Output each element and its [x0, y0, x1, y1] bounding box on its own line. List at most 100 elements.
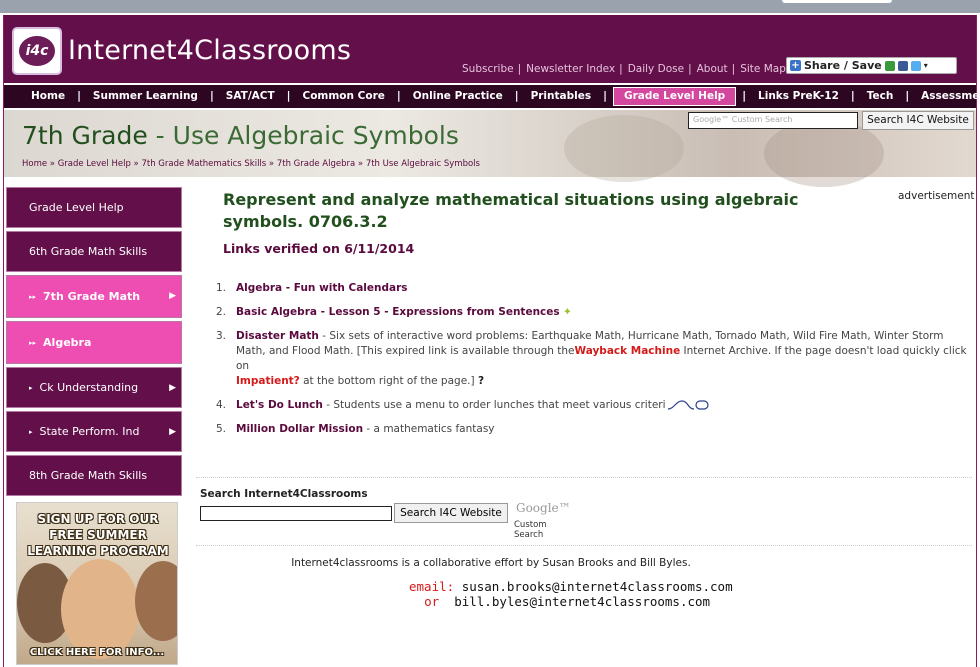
browser-top-strip: [0, 0, 980, 13]
breadcrumb-7th-algebra[interactable]: 7th Grade Algebra: [277, 159, 355, 169]
list-number: 3.: [216, 330, 227, 342]
sidebar-item-grade-level-help[interactable]: Grade Level Help: [6, 187, 182, 228]
banner-photo: [764, 120, 884, 187]
chevron-right-icon: ▶: [169, 291, 176, 301]
list-number: 5.: [216, 423, 227, 435]
sidebar-item-6th-grade-math[interactable]: 6th Grade Math Skills: [6, 231, 182, 272]
or-label: or: [424, 594, 440, 609]
sidebar-item-label: Grade Level Help: [29, 201, 124, 214]
divider: |: [619, 63, 623, 75]
site-logo[interactable]: i4c: [12, 27, 62, 75]
daily-dose-link[interactable]: Daily Dose: [628, 63, 684, 75]
divider: |: [209, 90, 214, 103]
site-title[interactable]: Internet4Classrooms: [68, 37, 351, 64]
resource-link[interactable]: Let's Do Lunch: [236, 399, 323, 411]
nav-sat-act[interactable]: SAT/ACT: [220, 87, 281, 106]
sidebar-item-algebra[interactable]: ▸▸ Algebra: [6, 321, 182, 364]
question-icon: ?: [477, 375, 485, 387]
header-search-button[interactable]: Search I4C Website: [862, 111, 974, 130]
main-nav: Home | Summer Learning | SAT/ACT | Common C…: [4, 85, 980, 108]
list-number: 4.: [216, 399, 227, 411]
resource-link[interactable]: Algebra - Fun with Calendars: [236, 282, 408, 294]
sidebar-item-7th-grade-math[interactable]: ▸▸ 7th Grade Math ▶: [6, 275, 182, 318]
breadcrumb: Home » Grade Level Help » 7th Grade Math…: [22, 159, 480, 169]
nav-common-core[interactable]: Common Core: [297, 87, 391, 106]
divider: |: [850, 90, 855, 103]
nav-online-practice[interactable]: Online Practice: [407, 87, 509, 106]
nav-grade-level-help[interactable]: Grade Level Help: [612, 87, 737, 106]
email-share-icon: [884, 60, 895, 71]
breadcrumb-grade-level-help[interactable]: Grade Level Help: [58, 159, 131, 169]
list-item: 1. Algebra - Fun with Calendars: [216, 281, 968, 296]
about-link[interactable]: About: [697, 63, 728, 75]
sidebar-item-ck-understanding[interactable]: ▸ Ck Understanding ▶: [6, 367, 182, 408]
search-input[interactable]: [200, 506, 392, 521]
sidebar-item-label: Ck Understanding: [39, 381, 139, 394]
ad-headline: SIGN UP FOR OUR FREE SUMMER LEARNING PRO…: [27, 512, 169, 558]
site-header: i4c Internet4Classrooms Subscribe | Newsl…: [4, 15, 976, 83]
wayback-machine-link[interactable]: Wayback Machine: [574, 345, 680, 357]
resource-list: 1. Algebra - Fun with Calendars 2. Basic A…: [216, 281, 968, 446]
list-item: 2. Basic Algebra - Lesson 5 - Expressions…: [216, 305, 968, 320]
standard-heading: Represent and analyze mathematical situa…: [223, 190, 799, 231]
nav-tech[interactable]: Tech: [861, 87, 900, 106]
sidebar-item-8th-grade-math[interactable]: 8th Grade Math Skills: [6, 455, 182, 496]
resource-link[interactable]: Million Dollar Mission: [236, 423, 363, 435]
nav-links-prek12[interactable]: Links PreK-12: [752, 87, 845, 106]
header-search-input[interactable]: Google™ Custom Search: [688, 112, 858, 129]
collaboration-note: Internet4classrooms is a collaborative e…: [291, 557, 691, 569]
breadcrumb-home[interactable]: Home: [22, 159, 47, 169]
ad-photo-child: [61, 559, 139, 659]
ad-photo-child: [135, 561, 177, 641]
divider: |: [742, 90, 747, 103]
search-button[interactable]: Search I4C Website: [394, 503, 508, 523]
site-map-link[interactable]: Site Map: [740, 63, 786, 75]
sidebar-item-label: Algebra: [43, 336, 92, 349]
double-arrow-icon: ▸▸: [29, 292, 37, 301]
plus-icon: +: [790, 60, 801, 71]
site-search: Search Internet4Classrooms Search I4C We…: [200, 489, 571, 540]
sidebar-item-label: 8th Grade Math Skills: [29, 469, 148, 482]
arrow-icon: ▸: [29, 427, 33, 436]
list-number: 2.: [216, 306, 227, 318]
email-link-bill[interactable]: bill.byles@internet4classrooms.com: [454, 594, 710, 609]
custom-search-label: Custom Search: [514, 520, 547, 540]
nav-home[interactable]: Home: [25, 87, 71, 106]
resource-link[interactable]: Basic Algebra - Lesson 5 - Expressions f…: [236, 306, 560, 318]
newsletter-index-link[interactable]: Newsletter Index: [526, 63, 615, 75]
divider: |: [77, 90, 81, 103]
banner-photo: [564, 115, 684, 182]
facebook-icon: [897, 60, 908, 71]
email-link-susan[interactable]: susan.brooks@internet4classrooms.com: [462, 579, 733, 594]
breadcrumb-7th-math-skills[interactable]: 7th Grade Mathematics Skills: [141, 159, 266, 169]
resource-description: - Students use a menu to order lunches t…: [322, 399, 666, 411]
nav-printables[interactable]: Printables: [525, 87, 598, 106]
divider: |: [286, 90, 291, 103]
sidebar: Grade Level Help 6th Grade Math Skills ▸…: [6, 187, 182, 499]
contact-emails: email: susan.brooks@internet4classrooms.…: [409, 579, 733, 609]
ad-cta[interactable]: CLICK HERE FOR INFO...: [21, 648, 173, 658]
resource-description: - a mathematics fantasy: [363, 423, 495, 435]
divider: [196, 477, 972, 478]
page-title-topic: - Use Algebraic Symbols: [147, 121, 459, 150]
list-item: 5. Million Dollar Mission - a mathematics…: [216, 422, 968, 437]
divider: |: [514, 90, 519, 103]
nav-summer-learning[interactable]: Summer Learning: [87, 87, 204, 106]
divider: |: [603, 90, 607, 103]
resource-link[interactable]: Disaster Math: [236, 330, 319, 342]
divider: |: [905, 90, 910, 103]
divider: |: [731, 63, 736, 75]
chevron-right-icon: ▶: [169, 383, 176, 393]
impatient-link[interactable]: Impatient?: [236, 375, 300, 387]
subscribe-link[interactable]: Subscribe: [462, 63, 514, 75]
list-number: 1.: [216, 282, 227, 294]
list-item: 3. Disaster Math - Six sets of interactiv…: [216, 329, 968, 389]
share-save-button[interactable]: + Share / Save ▾: [786, 57, 957, 74]
summer-learning-ad[interactable]: SIGN UP FOR OUR FREE SUMMER LEARNING PRO…: [16, 502, 178, 665]
sidebar-item-state-perform[interactable]: ▸ State Perform. Ind ▶: [6, 411, 182, 452]
nav-assessment[interactable]: Assessment: [915, 87, 980, 106]
twitter-icon: [910, 60, 921, 71]
links-verified-date: Links verified on 6/11/2014: [223, 241, 415, 256]
google-logo: Google™: [516, 501, 571, 515]
list-item: 4. Let's Do Lunch - Students use a menu t…: [216, 398, 968, 413]
